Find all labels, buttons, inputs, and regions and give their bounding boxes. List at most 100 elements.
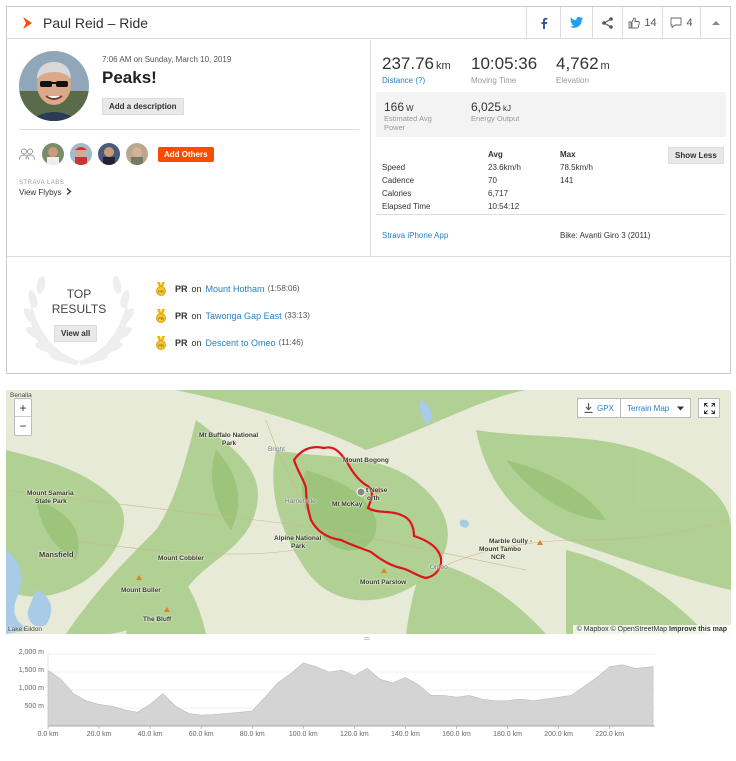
- elevation-area: [47, 662, 654, 727]
- athlete-avatar[interactable]: [19, 51, 89, 121]
- mapbox-link[interactable]: © Mapbox: [577, 626, 609, 633]
- x-tick-label: 180.0 km: [493, 731, 522, 738]
- top-results-title: TOP RESULTS: [49, 287, 109, 317]
- stat-avg: 6,717: [488, 189, 509, 198]
- stat-avg: 70: [488, 176, 497, 185]
- map-label: Bright: [268, 446, 285, 453]
- athlete-avatar[interactable]: [98, 143, 120, 165]
- osm-link[interactable]: © OpenStreetMap: [611, 626, 668, 633]
- segment-link[interactable]: Descent to Omeo: [206, 338, 276, 348]
- show-less-button[interactable]: Show Less: [668, 147, 724, 164]
- pr-badge: PR: [175, 337, 188, 348]
- fullscreen-button[interactable]: [698, 398, 720, 418]
- top-results-line2: RESULTS: [51, 302, 107, 316]
- energy-value: 6,025: [471, 100, 502, 114]
- athlete-avatar[interactable]: [70, 143, 92, 165]
- elevation-value: 4,762: [556, 54, 599, 73]
- share-button[interactable]: [592, 7, 622, 38]
- stat-avg: 10:54:12: [488, 202, 520, 211]
- comments-button[interactable]: 4: [662, 7, 700, 38]
- athlete-avatar[interactable]: [126, 143, 148, 165]
- pr-badge: PR: [175, 310, 188, 321]
- stat-max: 141: [560, 176, 574, 185]
- y-tick-label: 2,000 m: [18, 649, 44, 656]
- power-unit: W: [406, 104, 414, 113]
- pr-badge: PR: [175, 283, 188, 294]
- segment-link[interactable]: Mount Hotham: [206, 284, 265, 294]
- view-flybys-label: View Flybys: [19, 188, 62, 197]
- strava-logo-icon: [23, 16, 32, 29]
- facebook-share-button[interactable]: [526, 7, 560, 38]
- pr-time: (11:46): [278, 338, 304, 347]
- zoom-in-button[interactable]: +: [15, 399, 31, 417]
- stat-label: Cadence: [382, 176, 415, 185]
- share-icon: [602, 16, 613, 29]
- distance-value: 237.76: [382, 54, 434, 73]
- segment-link[interactable]: Tawonga Gap East: [206, 311, 282, 321]
- bike-info: Bike: Avanti Giro 3 (2011): [560, 231, 651, 240]
- y-tick-label: 1,000 m: [18, 685, 44, 692]
- map-label: Lake Eildon: [8, 626, 42, 633]
- route-map[interactable]: Benalla Mt Buffalo National Park Bright …: [6, 390, 731, 634]
- add-description-button[interactable]: Add a description: [102, 98, 184, 115]
- x-tick-label: 220.0 km: [595, 731, 625, 738]
- zoom-control: + −: [14, 398, 32, 436]
- map-label: Mount Bogong: [343, 457, 389, 464]
- kudos-button[interactable]: 14: [622, 7, 662, 38]
- twitter-share-button[interactable]: [560, 7, 592, 38]
- zoom-out-button[interactable]: −: [15, 417, 31, 435]
- pr-on: on: [191, 283, 202, 294]
- athlete-avatar[interactable]: [42, 143, 64, 165]
- gpx-download-button[interactable]: GPX: [577, 398, 621, 418]
- map-label: Alpine National: [274, 535, 322, 542]
- improve-map-link[interactable]: Improve this map: [669, 626, 727, 633]
- add-others-button[interactable]: Add Others: [158, 147, 214, 162]
- start-marker: [356, 487, 366, 497]
- list-item: PR PR on Tawonga Gap East (33:13): [155, 302, 310, 329]
- list-item: PR PR on Mount Hotham (1:58:06): [155, 275, 310, 302]
- chevron-down-icon: [677, 406, 685, 410]
- map-attribution: © Mapbox © OpenStreetMap Improve this ma…: [572, 625, 731, 634]
- distance-stat: 237.76 km Distance (?): [382, 54, 451, 85]
- collapse-button[interactable]: [700, 7, 730, 38]
- top-results-line1: TOP: [66, 287, 92, 301]
- map-type-select[interactable]: Terrain Map: [620, 398, 692, 418]
- comment-count: 4: [686, 16, 693, 29]
- pr-on: on: [191, 310, 202, 321]
- activity-title: Paul Reid – Ride: [43, 14, 149, 31]
- svg-text:PR: PR: [158, 342, 164, 347]
- energy-unit: kJ: [503, 104, 512, 113]
- elevation-chart-svg: [47, 653, 655, 729]
- view-flybys-link[interactable]: View Flybys: [19, 188, 72, 197]
- terrain-background: [6, 390, 731, 634]
- list-item: PR PR on Descent to Omeo (11:46): [155, 329, 310, 356]
- thumbs-up-icon: [628, 17, 641, 28]
- twitter-icon: [570, 17, 583, 28]
- power-box: 166 W Estimated Avg Power 6,025 kJ Energy …: [376, 92, 726, 137]
- map-label: Mount Buller: [121, 587, 161, 594]
- pr-list: PR PR on Mount Hotham (1:58:06) PR PR on Tawo…: [155, 275, 310, 356]
- device-link[interactable]: Strava iPhone App: [382, 231, 448, 240]
- map-label: Marble Gully -: [489, 538, 532, 545]
- x-tick-label: 20.0 km: [86, 731, 112, 738]
- distance-unit: km: [436, 60, 451, 72]
- stat-avg: 23.6km/h: [488, 163, 521, 172]
- view-all-button[interactable]: View all: [54, 325, 98, 342]
- activity-card: Paul Reid – Ride 14 4 7:06 AM on Sunday,…: [6, 6, 731, 374]
- table-row: Calories 6,717: [382, 187, 593, 200]
- map-label: NCR: [491, 554, 506, 561]
- max-header: Max: [560, 150, 576, 159]
- activity-header: Paul Reid – Ride 14 4: [7, 7, 730, 39]
- x-tick-label: 80.0 km: [239, 731, 265, 738]
- distance-label[interactable]: Distance (?): [382, 76, 451, 85]
- power-label-1: Estimated Avg: [384, 114, 432, 123]
- fullscreen-icon: [703, 402, 715, 414]
- map-label: Omeo: [430, 564, 448, 571]
- map-label: Mount Samaria: [27, 490, 74, 497]
- map-label: Mount Cobbler: [158, 555, 204, 562]
- chevron-right-icon: [66, 188, 72, 195]
- svg-text:PR: PR: [158, 315, 164, 320]
- map-label: Mt Buffalo National: [199, 432, 259, 439]
- activity-name: Peaks!: [102, 68, 157, 87]
- energy-stat: 6,025 kJ Energy Output: [471, 100, 519, 123]
